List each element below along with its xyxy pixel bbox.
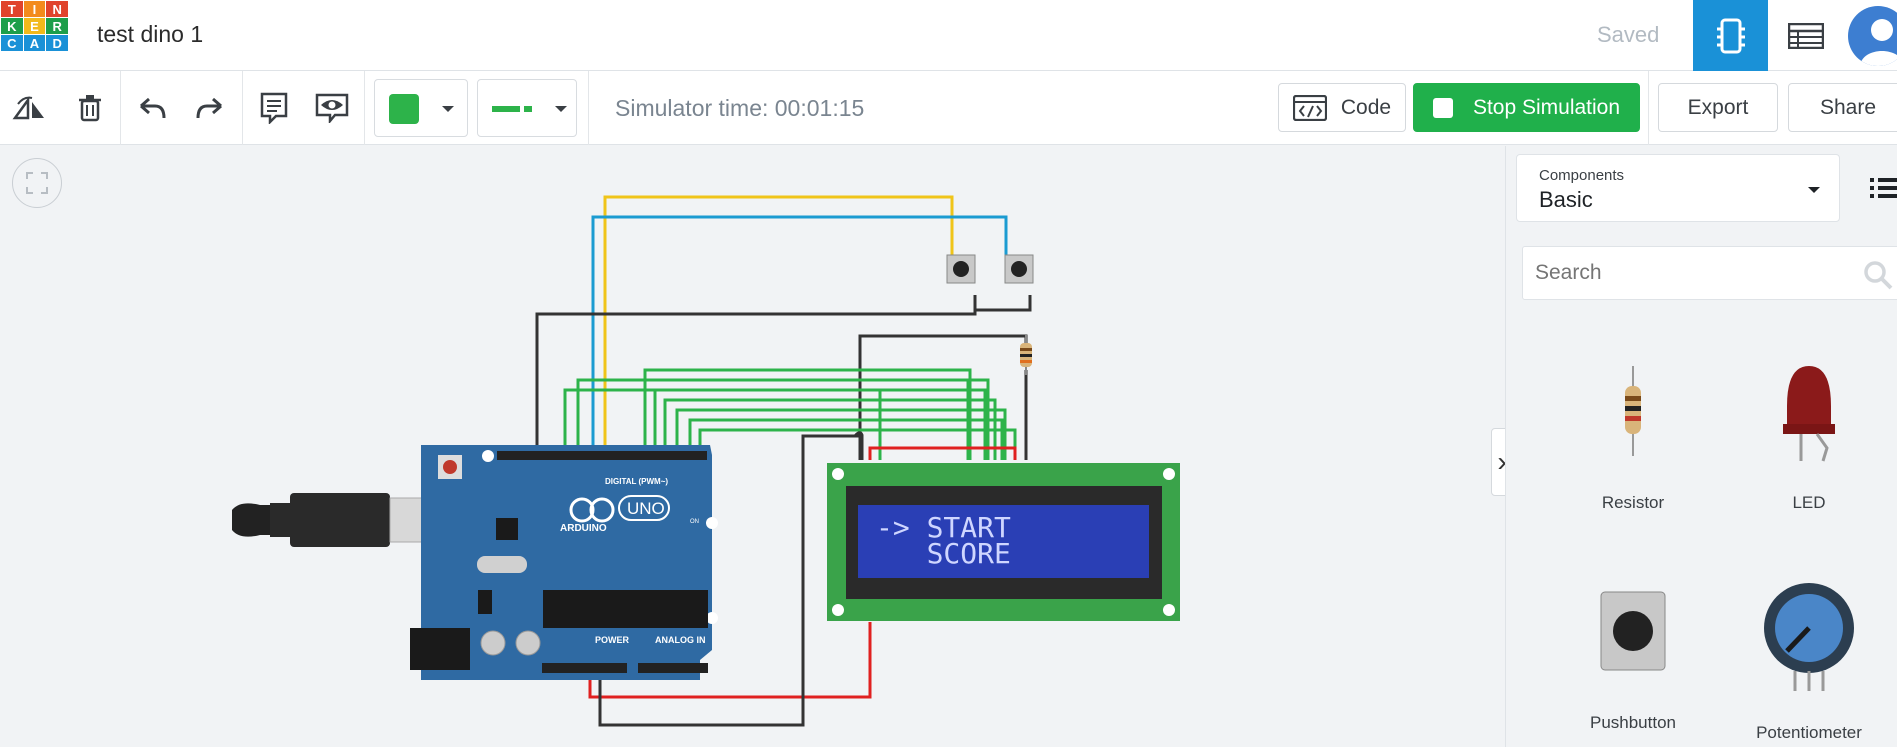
code-label: Code [1340, 95, 1392, 119]
logo-letter: A [23, 35, 46, 51]
top-header: TIN KER CAD test dino 1 Saved [0, 0, 1897, 71]
component-pushbutton[interactable]: Pushbutton [1553, 586, 1713, 736]
code-icon [1292, 94, 1327, 121]
wire-type-icon [492, 106, 532, 112]
circuit-view-button[interactable] [1693, 0, 1768, 71]
led-icon [1783, 366, 1835, 462]
redo-icon [196, 97, 222, 119]
delete-button[interactable] [66, 84, 114, 132]
logo-letter: E [23, 18, 46, 34]
components-dropdown-label: Components [1539, 167, 1625, 184]
component-potentiometer[interactable]: Potentiometer [1729, 581, 1889, 742]
notes-button[interactable] [250, 84, 298, 132]
component-name: Potentiometer [1756, 723, 1862, 742]
list-view-toggle[interactable] [1870, 176, 1897, 205]
toolbar: Simulator time: 00:01:15 Code Stop Simul… [0, 71, 1897, 145]
component-resistor[interactable]: Resistor [1553, 366, 1713, 516]
trash-icon [79, 95, 101, 122]
arduino-model: UNO [627, 499, 665, 518]
analog-label: ANALOG IN [655, 635, 706, 645]
rotate-icon [12, 96, 44, 120]
lcd-line-2: SCORE [876, 537, 1011, 570]
chevron-down-icon [1808, 187, 1820, 193]
export-button[interactable]: Export [1658, 83, 1778, 132]
logo-letter: I [23, 1, 46, 17]
export-label: Export [1687, 95, 1749, 119]
components-dropdown-value: Basic [1539, 187, 1593, 212]
circuit-drawing[interactable]: DIGITAL (PWM~) ARDUINO UNO ON POWER ANAL… [0, 146, 1230, 747]
component-led[interactable]: LED [1729, 356, 1889, 516]
digital-label: DIGITAL (PWM~) [605, 477, 668, 486]
notes-visibility-button[interactable] [308, 84, 356, 132]
arduino-brand: ARDUINO [560, 523, 607, 534]
pushbutton-icon [1600, 591, 1666, 671]
component-name: Pushbutton [1589, 713, 1676, 732]
undo-button[interactable] [128, 84, 176, 132]
on-label: ON [690, 519, 699, 525]
project-title[interactable]: test dino 1 [97, 21, 203, 48]
potentiometer-icon [1764, 583, 1854, 691]
logo-letter: T [1, 1, 23, 17]
undo-icon [140, 97, 166, 119]
share-button[interactable]: Share [1788, 83, 1897, 132]
redo-button[interactable] [186, 84, 234, 132]
tinkercad-logo[interactable]: TIN KER CAD [0, 0, 69, 69]
wire-type-dropdown[interactable] [477, 79, 577, 137]
chevron-down-icon [442, 106, 454, 112]
chevron-down-icon [555, 106, 567, 112]
list-icon [1870, 178, 1897, 198]
logo-letter: K [1, 18, 23, 34]
color-swatch [389, 94, 419, 124]
list-view-icon [1787, 22, 1824, 49]
components-panel: Components Basic Resistor LED [1505, 146, 1897, 747]
wire-color-dropdown[interactable] [374, 79, 468, 137]
power-label: POWER [595, 635, 630, 645]
code-button[interactable]: Code [1278, 83, 1406, 132]
workplane-canvas[interactable]: DIGITAL (PWM~) ARDUINO UNO ON POWER ANAL… [0, 146, 1505, 747]
eye-icon [315, 93, 349, 123]
notes-icon [260, 92, 288, 124]
arduino-uno-board[interactable]: DIGITAL (PWM~) ARDUINO UNO ON POWER ANAL… [410, 445, 718, 680]
stop-simulation-label: Stop Simulation [1472, 95, 1621, 119]
component-search-input[interactable] [1522, 246, 1897, 300]
components-dropdown[interactable]: Components Basic [1516, 154, 1840, 222]
stop-icon [1432, 97, 1453, 118]
user-avatar[interactable] [1848, 6, 1897, 66]
share-label: Share [1819, 95, 1877, 119]
component-name: LED [1792, 493, 1826, 512]
component-name: Resistor [1601, 493, 1665, 512]
schematic-list-view-button[interactable] [1768, 0, 1843, 71]
user-icon [1860, 19, 1897, 66]
resistor[interactable] [1020, 335, 1032, 375]
resistor-icon [1625, 366, 1641, 456]
circuit-icon [1716, 18, 1745, 53]
logo-letter: C [1, 35, 23, 51]
save-status: Saved [1597, 22, 1660, 47]
logo-letter: R [46, 18, 68, 34]
lcd-16x2-module[interactable]: -> START SCORE [827, 463, 1180, 621]
simulator-time: Simulator time: 00:01:15 [615, 95, 865, 121]
rotate-button[interactable] [6, 84, 54, 132]
stop-simulation-button[interactable]: Stop Simulation [1413, 83, 1640, 132]
pushbutton-1[interactable] [946, 254, 976, 284]
logo-letter: N [46, 1, 68, 17]
pushbutton-2[interactable] [1004, 254, 1034, 284]
logo-letter: D [46, 35, 68, 51]
search-icon[interactable] [1863, 260, 1893, 290]
